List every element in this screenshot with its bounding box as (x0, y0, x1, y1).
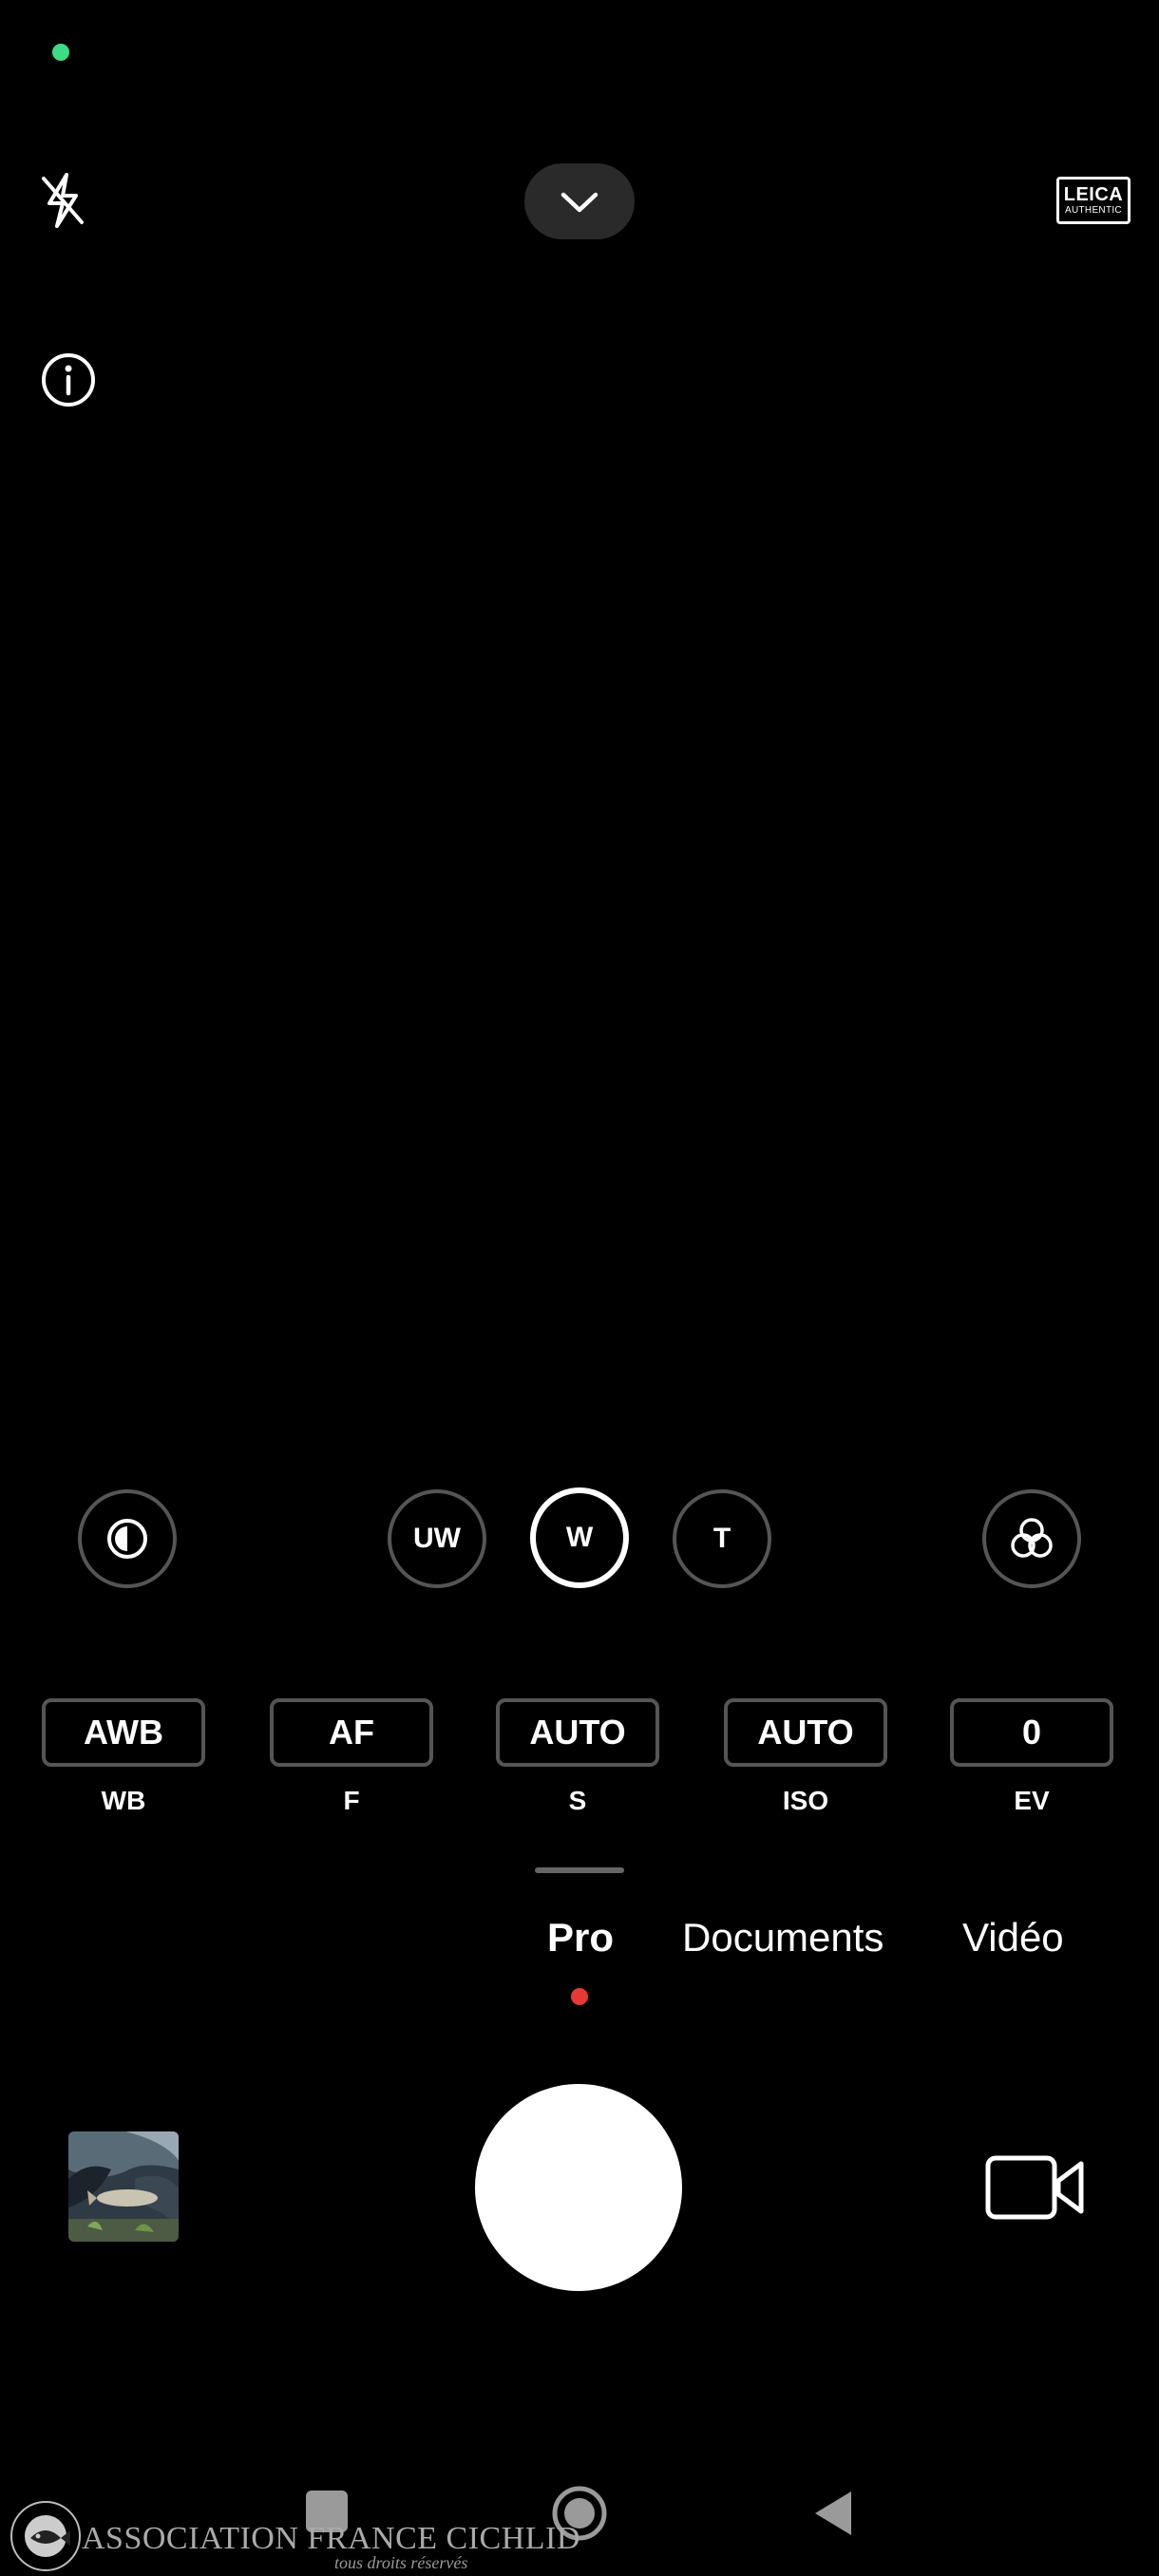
gallery-thumbnail[interactable] (68, 2131, 179, 2242)
panel-drag-handle[interactable] (535, 1867, 624, 1873)
mode-video[interactable]: Vidéo (962, 1915, 1064, 1960)
focus-value-button[interactable]: AF (270, 1698, 433, 1767)
lens-w-label: W (565, 1522, 594, 1553)
shutter-speed-value: AUTO (529, 1713, 626, 1752)
info-icon[interactable] (38, 350, 99, 410)
lens-uw-button[interactable]: UW (388, 1489, 486, 1588)
shutter-button[interactable] (475, 2084, 682, 2291)
contrast-button[interactable] (78, 1489, 177, 1588)
lens-t-button[interactable]: T (673, 1489, 771, 1588)
iso-value-button[interactable]: AUTO (724, 1698, 887, 1767)
watermark: ASSOCIATION FRANCE CICHLID tous droits r… (10, 2498, 580, 2574)
watermark-text: ASSOCIATION FRANCE CICHLID (82, 2521, 580, 2556)
filters-button[interactable] (982, 1489, 1081, 1588)
lens-uw-label: UW (413, 1523, 461, 1554)
wb-value: AWB (84, 1713, 163, 1752)
mode-pro[interactable]: Pro (547, 1915, 614, 1960)
wb-value-button[interactable]: AWB (42, 1698, 205, 1767)
shutter-speed-value-button[interactable]: AUTO (496, 1698, 659, 1767)
leica-badge[interactable]: LEICA AUTHENTIC (1056, 177, 1130, 224)
focus-label: F (343, 1786, 360, 1815)
leica-badge-subtitle: AUTHENTIC (1065, 204, 1122, 216)
shutter-speed-label: S (568, 1786, 587, 1815)
back-icon[interactable] (806, 2487, 861, 2540)
ev-value: 0 (1021, 1713, 1042, 1752)
wb-label: WB (101, 1786, 146, 1815)
filters-icon (1011, 1518, 1053, 1558)
chevron-down-icon (560, 192, 598, 213)
video-camera-icon[interactable] (980, 2149, 1089, 2226)
watermark-subtext: tous droits réservés (334, 2553, 468, 2572)
lens-t-label: T (712, 1523, 732, 1554)
camera-active-indicator (52, 44, 69, 61)
mode-documents[interactable]: Documents (682, 1915, 884, 1960)
flash-off-icon[interactable] (34, 167, 91, 234)
ev-value-button[interactable]: 0 (950, 1698, 1113, 1767)
ev-label: EV (1014, 1786, 1050, 1815)
focus-value: AF (329, 1713, 374, 1752)
iso-value: AUTO (757, 1713, 854, 1752)
iso-label: ISO (782, 1786, 829, 1815)
expand-settings-button[interactable] (524, 163, 635, 239)
mode-indicator-dot (571, 1988, 588, 2005)
lens-w-button[interactable]: W (530, 1487, 629, 1588)
association-logo (10, 2501, 81, 2571)
leica-badge-title: LEICA (1063, 183, 1124, 205)
contrast-icon (107, 1519, 147, 1559)
